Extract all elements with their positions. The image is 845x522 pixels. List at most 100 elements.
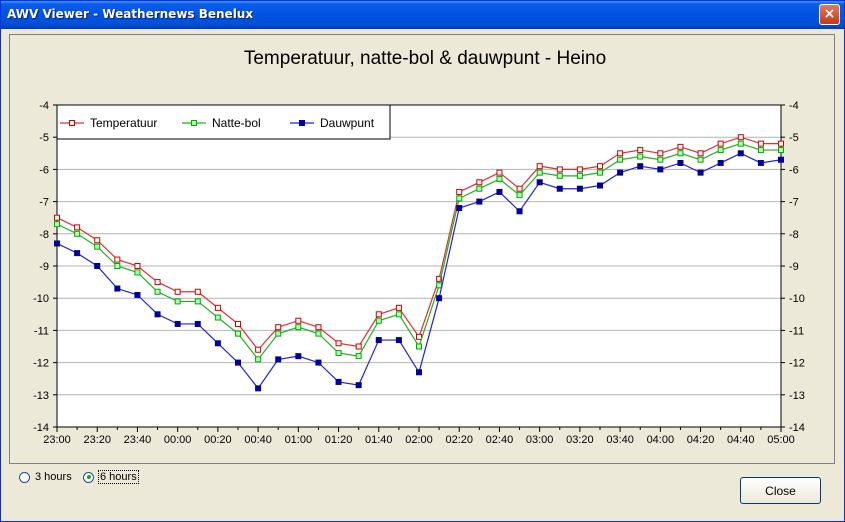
data-point <box>54 240 60 247</box>
data-point <box>556 166 563 173</box>
y-tick-label-right: -8 <box>789 229 799 241</box>
data-point <box>456 188 463 195</box>
data-point <box>476 198 483 205</box>
data-point <box>114 285 121 292</box>
data-point <box>114 263 121 269</box>
data-point <box>395 304 402 311</box>
data-point <box>757 147 764 154</box>
x-tick-label: 23:40 <box>124 434 152 446</box>
data-point <box>576 185 583 192</box>
data-point <box>476 185 483 192</box>
data-point <box>737 134 744 141</box>
data-point <box>275 356 282 363</box>
data-point <box>134 291 141 298</box>
data-point <box>697 169 704 176</box>
data-point <box>255 346 262 353</box>
data-point <box>395 311 402 318</box>
data-point <box>255 356 262 363</box>
y-tick-label-right: -5 <box>789 132 799 144</box>
y-tick-label-right: -13 <box>789 390 805 402</box>
window-close-icon[interactable]: × <box>819 4 840 25</box>
data-point <box>436 295 443 302</box>
data-point <box>617 150 624 157</box>
data-point <box>556 172 563 179</box>
data-point <box>295 317 302 324</box>
data-point <box>114 256 121 263</box>
x-tick-label: 05:00 <box>767 434 795 446</box>
data-point <box>315 330 322 337</box>
y-tick-label-right: -11 <box>789 325 804 337</box>
data-point <box>214 304 221 311</box>
data-point <box>235 359 241 366</box>
y-tick-label-right: -14 <box>789 422 805 434</box>
data-point <box>214 340 221 347</box>
data-point <box>657 156 664 163</box>
data-point <box>717 147 724 154</box>
data-point <box>496 176 503 183</box>
legend-swatch-marker <box>69 120 75 126</box>
y-tick-label-right: -12 <box>789 358 805 370</box>
data-point <box>697 150 704 157</box>
x-tick-label: 00:20 <box>204 434 232 446</box>
y-tick-label: -10 <box>33 293 49 305</box>
y-tick-label-right: -6 <box>789 164 799 176</box>
y-tick-label: -11 <box>34 325 49 337</box>
data-point <box>174 320 181 327</box>
y-tick-label: -4 <box>39 100 49 112</box>
data-point <box>516 185 523 192</box>
data-point <box>617 156 624 163</box>
data-point <box>395 337 402 344</box>
data-point <box>194 320 201 327</box>
data-point <box>355 343 362 350</box>
data-point <box>355 353 362 360</box>
data-point <box>74 230 81 237</box>
data-point <box>778 156 784 163</box>
data-point <box>496 188 503 195</box>
close-button[interactable]: Close <box>740 477 821 504</box>
radio-button-icon[interactable] <box>19 471 30 483</box>
data-point <box>637 147 644 154</box>
data-point <box>134 269 141 276</box>
x-tick-label: 01:20 <box>325 434 353 446</box>
x-tick-label: 02:40 <box>486 434 514 446</box>
data-point <box>657 150 664 157</box>
data-point <box>637 153 644 160</box>
radio-3-hours[interactable]: 3 hours <box>19 471 72 485</box>
data-point <box>74 250 81 257</box>
data-point <box>416 343 422 350</box>
legend-label: Temperatuur <box>90 116 157 130</box>
data-point <box>54 214 60 221</box>
data-point <box>174 288 181 295</box>
x-tick-label: 01:00 <box>285 434 313 446</box>
data-point <box>637 163 644 170</box>
data-point <box>375 311 382 318</box>
legend-swatch-marker <box>191 120 197 126</box>
data-point <box>778 140 784 147</box>
data-point <box>154 288 161 295</box>
data-point <box>536 169 543 176</box>
data-point <box>597 163 603 170</box>
x-tick-label: 04:20 <box>687 434 715 446</box>
y-tick-label: -14 <box>33 422 49 434</box>
data-point <box>315 359 322 366</box>
x-tick-label: 03:00 <box>526 434 554 446</box>
radio-button-icon[interactable] <box>83 471 94 483</box>
data-point <box>94 243 101 250</box>
data-point <box>697 156 704 163</box>
radio-6-hours[interactable]: 6 hours <box>83 470 139 485</box>
data-point <box>576 166 583 173</box>
data-point <box>757 140 764 147</box>
data-point <box>315 324 322 331</box>
y-tick-label: -8 <box>39 229 49 241</box>
legend-swatch-marker <box>299 120 305 126</box>
data-point <box>275 324 282 331</box>
y-tick-label-right: -10 <box>789 293 805 305</box>
data-point <box>737 140 744 147</box>
line-chart: Temperatuur, natte-bol & dauwpunt - Hein… <box>33 48 805 446</box>
data-point <box>536 163 543 170</box>
data-point <box>717 140 724 147</box>
data-point <box>255 385 262 392</box>
title-bar[interactable]: AWV Viewer - Weathernews Benelux × <box>1 1 844 29</box>
data-point <box>536 179 543 186</box>
y-tick-label: -7 <box>39 197 49 209</box>
